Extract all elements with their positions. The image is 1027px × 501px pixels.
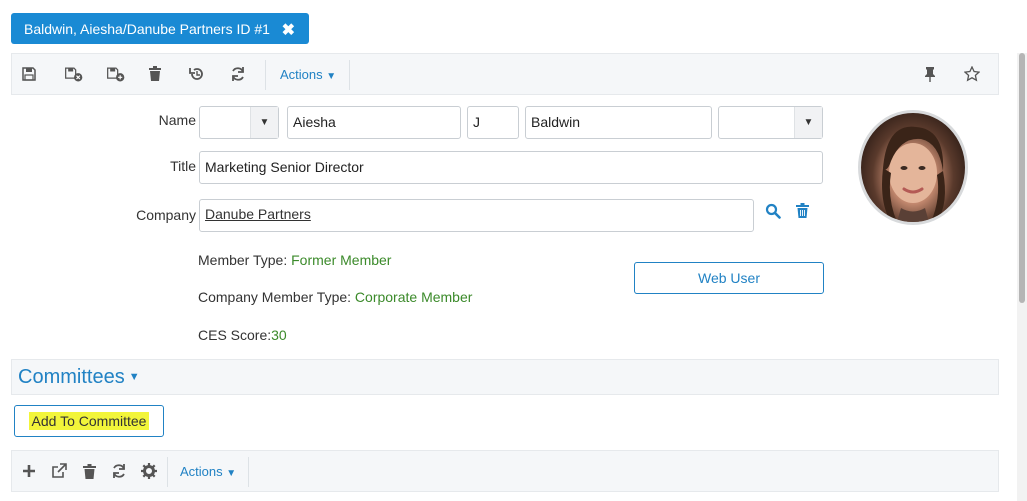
open-external-icon[interactable]: [49, 461, 69, 481]
avatar: [858, 110, 968, 225]
caret-down-icon: ▼: [226, 468, 237, 479]
company-link[interactable]: Danube Partners: [205, 206, 311, 222]
title-input[interactable]: Marketing Senior Director: [199, 151, 823, 184]
caret-down-icon: ▼: [128, 371, 140, 383]
pin-icon[interactable]: [920, 64, 940, 84]
search-icon[interactable]: [765, 203, 781, 222]
committees-actions-label: Actions: [180, 464, 223, 479]
toolbar-divider: [265, 60, 266, 90]
member-type-value: Former Member: [291, 252, 392, 268]
refresh-icon[interactable]: [109, 461, 129, 481]
web-user-button[interactable]: Web User: [634, 262, 824, 294]
actions-label: Actions: [280, 67, 323, 82]
delete-icon[interactable]: [79, 461, 99, 481]
name-label: Name: [158, 112, 196, 128]
prefix-select[interactable]: ▼: [199, 106, 279, 139]
star-icon[interactable]: [962, 64, 982, 84]
toolbar-divider: [167, 457, 168, 487]
save-new-icon[interactable]: [106, 64, 126, 84]
suffix-select[interactable]: ▼: [718, 106, 823, 139]
ces-score-line: CES Score:30: [198, 327, 287, 343]
caret-down-icon: ▼: [326, 71, 337, 82]
company-member-type-label: Company Member Type:: [198, 289, 355, 305]
company-label: Company: [136, 207, 196, 223]
committees-title: Committees: [18, 365, 125, 388]
undo-icon[interactable]: [187, 64, 207, 84]
add-icon[interactable]: [19, 461, 39, 481]
company-member-type-line: Company Member Type: Corporate Member: [198, 289, 472, 305]
record-tab-title: Baldwin, Aiesha/Danube Partners ID #1: [24, 20, 270, 37]
trash-icon[interactable]: [796, 203, 809, 221]
record-toolbar: Actions ▼: [11, 53, 999, 95]
caret-down-icon: ▼: [794, 107, 822, 138]
save-icon[interactable]: [19, 64, 39, 84]
title-label: Title: [170, 158, 196, 174]
member-type-label: Member Type:: [198, 252, 292, 268]
member-type-line: Member Type: Former Member: [198, 252, 391, 268]
committees-toolbar: Actions ▼: [11, 450, 999, 492]
committees-actions-menu[interactable]: Actions ▼: [180, 464, 236, 479]
save-close-icon[interactable]: [64, 64, 84, 84]
toolbar-divider: [248, 457, 249, 487]
gear-icon[interactable]: [139, 461, 159, 481]
actions-menu[interactable]: Actions ▼: [280, 67, 336, 82]
add-to-committee-label: Add To Committee: [28, 412, 150, 430]
caret-down-icon: ▼: [250, 107, 278, 138]
vertical-scrollbar[interactable]: [1017, 53, 1027, 501]
refresh-icon[interactable]: [228, 64, 248, 84]
last-name-input[interactable]: Baldwin: [525, 106, 712, 139]
middle-initial-input[interactable]: J: [467, 106, 519, 139]
company-input[interactable]: Danube Partners: [199, 199, 754, 232]
first-name-input[interactable]: Aiesha: [287, 106, 461, 139]
toolbar-divider: [349, 60, 350, 90]
record-tab[interactable]: Baldwin, Aiesha/Danube Partners ID #1 ✖: [11, 13, 309, 44]
company-member-type-value: Corporate Member: [354, 289, 473, 305]
scrollbar-thumb[interactable]: [1019, 53, 1025, 303]
committees-section-header[interactable]: Committees ▼: [11, 359, 999, 395]
add-to-committee-button[interactable]: Add To Committee: [14, 405, 164, 437]
close-icon[interactable]: ✖: [282, 20, 295, 40]
delete-icon[interactable]: [145, 64, 165, 84]
ces-score-label: CES Score:: [198, 327, 272, 343]
ces-score-value: 30: [271, 327, 287, 343]
